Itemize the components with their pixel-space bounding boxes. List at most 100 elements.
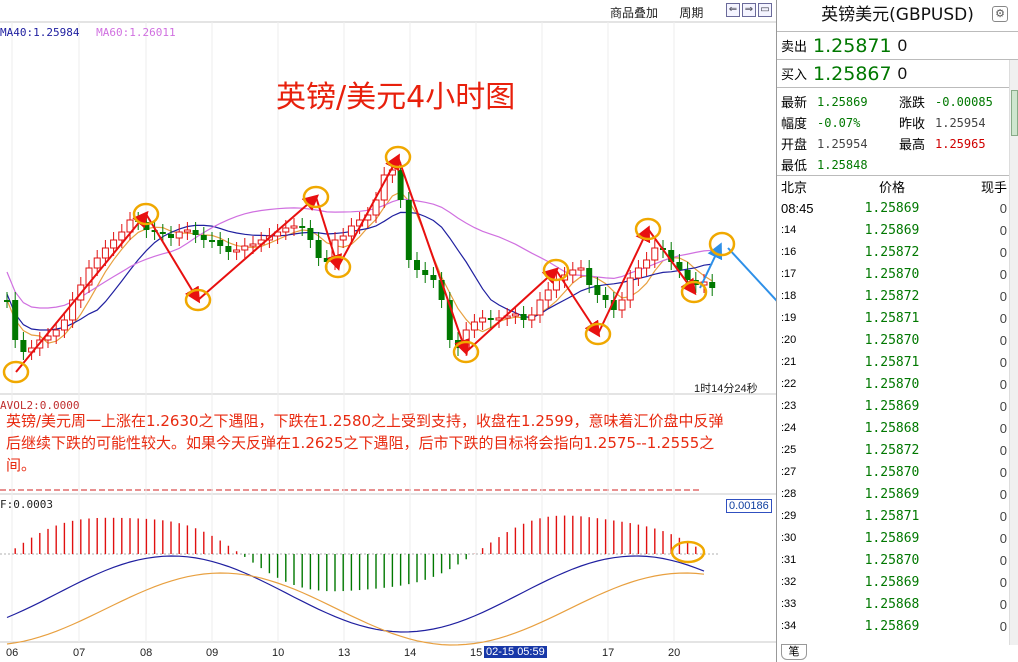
tick-row[interactable]: :27 1.25870 0 bbox=[777, 461, 1018, 483]
tick-row[interactable]: :23 1.25869 0 bbox=[777, 395, 1018, 417]
tick-row[interactable]: :19 1.25871 0 bbox=[777, 307, 1018, 329]
maximize-icon[interactable]: ▭ bbox=[758, 3, 772, 17]
tick-volume: 0 bbox=[999, 244, 1007, 260]
tick-time: :29 bbox=[781, 510, 797, 522]
tick-volume: 0 bbox=[999, 354, 1007, 370]
stats-row: 开盘 1.25954 最高 1.25965 bbox=[781, 133, 1018, 154]
sell-qty: 0 bbox=[897, 35, 908, 55]
stat-label: 最高 bbox=[899, 137, 926, 152]
annotation-arrows bbox=[2, 145, 776, 564]
tick-row[interactable]: :33 1.25868 0 bbox=[777, 593, 1018, 615]
tick-row[interactable]: :32 1.25869 0 bbox=[777, 571, 1018, 593]
x-tick-label: 17 bbox=[602, 647, 615, 659]
tick-price: 1.25870 bbox=[864, 332, 920, 348]
tick-row[interactable]: :34 1.25869 0 bbox=[777, 615, 1018, 637]
tick-row[interactable]: :30 1.25869 0 bbox=[777, 527, 1018, 549]
ticks-col-price: 价格 bbox=[878, 180, 905, 195]
candle-body bbox=[159, 232, 166, 234]
tick-time: :27 bbox=[781, 466, 797, 478]
instrument-name: 英镑美元(GBPUSD) bbox=[821, 5, 974, 25]
tick-volume: 0 bbox=[999, 552, 1007, 568]
window-controls: ⇐ ⇒ ▭ bbox=[726, 3, 772, 17]
analysis-commentary: 英镑/美元周一上涨在1.2630之下遇阻，下跌在1.2580之上受到支持，收盘在… bbox=[6, 412, 724, 474]
ticks-list[interactable]: 08:45 1.25869 0:14 1.25869 0:16 1.25872 0:17 1.… bbox=[777, 197, 1018, 637]
tick-row[interactable]: :22 1.25870 0 bbox=[777, 373, 1018, 395]
stats-row: 最低 1.25848 bbox=[781, 154, 1018, 175]
tick-row[interactable]: :29 1.25871 0 bbox=[777, 505, 1018, 527]
x-tick-label: 20 bbox=[668, 647, 681, 659]
candle-body bbox=[569, 269, 577, 276]
quote-panel: 英镑美元(GBPUSD) ⚙ 卖出 1.25871 0 买入 1.25867 0… bbox=[776, 0, 1018, 662]
tick-price: 1.25868 bbox=[864, 420, 920, 436]
tick-time: :18 bbox=[781, 290, 797, 302]
period-link[interactable]: 周期 bbox=[679, 6, 703, 20]
trend-arrow bbox=[15, 210, 149, 373]
candle-body bbox=[422, 270, 429, 275]
candle-body bbox=[315, 240, 322, 258]
tick-row[interactable]: 08:45 1.25869 0 bbox=[777, 197, 1018, 219]
gear-icon[interactable]: ⚙ bbox=[992, 6, 1008, 22]
candle-body bbox=[487, 318, 494, 320]
buy-qty: 0 bbox=[897, 63, 908, 83]
tick-row[interactable]: :20 1.25870 0 bbox=[777, 329, 1018, 351]
stat-value: 1.25954 bbox=[817, 136, 868, 151]
sell-label: 卖出 bbox=[781, 39, 808, 54]
panel-tab[interactable]: 笔 bbox=[781, 644, 807, 660]
tick-row[interactable]: :25 1.25872 0 bbox=[777, 439, 1018, 461]
tick-time: :20 bbox=[781, 334, 797, 346]
tick-row[interactable]: :24 1.25868 0 bbox=[777, 417, 1018, 439]
macd-histogram bbox=[0, 515, 720, 646]
tick-time: 08:45 bbox=[781, 200, 814, 216]
tick-volume: 0 bbox=[999, 596, 1007, 612]
buy-price: 1.25867 bbox=[813, 62, 892, 85]
tick-volume: 0 bbox=[999, 530, 1007, 546]
tick-row[interactable]: :16 1.25872 0 bbox=[777, 241, 1018, 263]
candle-body bbox=[282, 227, 290, 233]
tick-volume: 0 bbox=[999, 310, 1007, 326]
tick-volume: 0 bbox=[999, 508, 1007, 524]
ticks-col-time: 北京 bbox=[781, 180, 808, 195]
candle-body bbox=[594, 285, 601, 295]
candle-body bbox=[634, 267, 642, 279]
x-tick-label: 07 bbox=[73, 647, 86, 659]
overlay-product-link[interactable]: 商品叠加 bbox=[610, 6, 658, 20]
x-tick-label: 06 bbox=[6, 647, 19, 659]
candle-body bbox=[225, 246, 232, 252]
candle-body bbox=[183, 229, 191, 233]
tick-price: 1.25872 bbox=[864, 244, 920, 260]
tick-volume: 0 bbox=[999, 420, 1007, 436]
tick-price: 1.25872 bbox=[864, 288, 920, 304]
candle-body bbox=[684, 270, 691, 280]
prev-arrow-icon[interactable]: ⇐ bbox=[726, 3, 740, 17]
stat-value: 1.25954 bbox=[935, 115, 986, 130]
chart-area[interactable]: 商品叠加 周期 ⇐ ⇒ ▭ MA40:1.25984 MA60:1.26011 … bbox=[0, 0, 776, 662]
tick-volume: 0 bbox=[999, 486, 1007, 502]
tick-row[interactable]: :28 1.25869 0 bbox=[777, 483, 1018, 505]
sell-price: 1.25871 bbox=[813, 34, 892, 57]
tick-row[interactable]: :18 1.25872 0 bbox=[777, 285, 1018, 307]
tick-time: :34 bbox=[781, 620, 797, 632]
tick-price: 1.25869 bbox=[864, 618, 920, 634]
scrollbar-thumb[interactable] bbox=[1011, 90, 1018, 136]
tick-volume: 0 bbox=[999, 574, 1007, 590]
next-arrow-icon[interactable]: ⇒ bbox=[742, 3, 756, 17]
tick-time: :25 bbox=[781, 444, 797, 456]
macd-dea-line bbox=[6, 572, 705, 646]
stat-value: 1.25869 bbox=[817, 94, 868, 109]
tick-row[interactable]: :14 1.25869 0 bbox=[777, 219, 1018, 241]
stats-row: 幅度 -0.07% 昨收 1.25954 bbox=[781, 112, 1018, 133]
tick-time: :33 bbox=[781, 598, 797, 610]
stat-value: 1.25848 bbox=[817, 157, 868, 172]
tick-row[interactable]: :21 1.25871 0 bbox=[777, 351, 1018, 373]
tick-price: 1.25870 bbox=[864, 376, 920, 392]
highlight-circle bbox=[708, 231, 736, 257]
candle-body bbox=[209, 240, 215, 242]
candle-body bbox=[536, 299, 544, 316]
tick-time: :16 bbox=[781, 246, 797, 258]
trend-arrow bbox=[597, 225, 651, 335]
tick-row[interactable]: :17 1.25870 0 bbox=[777, 263, 1018, 285]
tick-row[interactable]: :31 1.25870 0 bbox=[777, 549, 1018, 571]
tick-price: 1.25872 bbox=[864, 442, 920, 458]
ticks-scrollbar[interactable] bbox=[1009, 60, 1018, 645]
candle-body bbox=[12, 300, 19, 340]
